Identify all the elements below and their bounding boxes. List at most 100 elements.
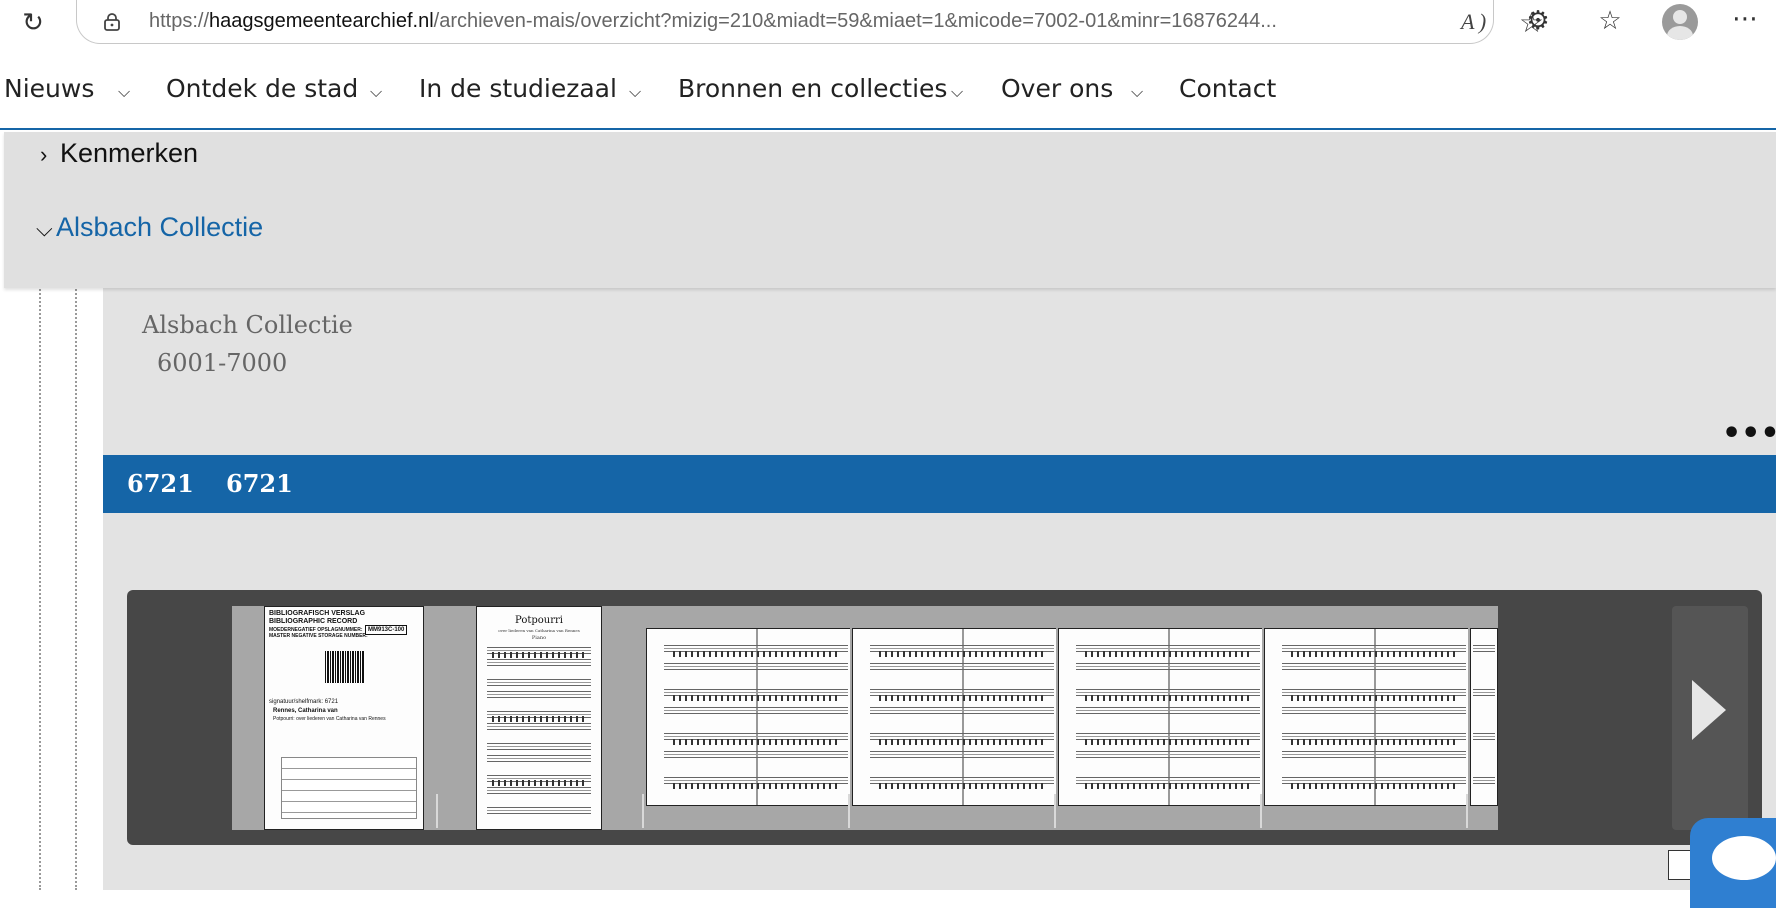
music-notes bbox=[491, 716, 587, 722]
puzzle-icon[interactable]: ⚙ bbox=[1520, 6, 1556, 36]
music-staff bbox=[1473, 777, 1495, 784]
page-text: MASTER NEGATIVE STORAGE NUMBER: bbox=[269, 633, 368, 639]
url-text[interactable]: https://haagsgemeentearchief.nl/archieve… bbox=[149, 10, 1439, 33]
collection-range: 6001-7000 bbox=[157, 349, 288, 377]
address-bar[interactable]: https://haagsgemeentearchief.nl/archieve… bbox=[76, 0, 1544, 44]
nav-item-ontdek-de-stad[interactable]: Ontdek de stad bbox=[166, 74, 358, 103]
music-notes bbox=[1291, 695, 1457, 701]
record-code: 6721 bbox=[127, 469, 194, 498]
music-staff bbox=[1076, 663, 1260, 670]
next-arrow-button[interactable] bbox=[1672, 606, 1748, 830]
chevron-down-icon[interactable]: ⌵ bbox=[370, 82, 382, 102]
chevron-down-icon: ⌵ bbox=[36, 216, 53, 241]
chat-icon[interactable] bbox=[1690, 818, 1776, 908]
site-navigation: Nieuws ⌵ Ontdek de stad ⌵ In de studieza… bbox=[0, 46, 1776, 130]
dropdown-item-kenmerken[interactable]: › Kenmerken bbox=[40, 138, 198, 169]
page-image bbox=[852, 628, 1072, 806]
record-label: 6721 bbox=[226, 469, 293, 498]
barcode-image bbox=[325, 651, 365, 683]
music-notes bbox=[879, 695, 1045, 701]
music-staff bbox=[1076, 751, 1260, 758]
nav-item-over-ons[interactable]: Over ons bbox=[1001, 74, 1113, 103]
thumbnail-2[interactable]: Potpourri over liederen van Catharina va… bbox=[438, 606, 662, 830]
music-staff bbox=[1473, 645, 1495, 652]
music-staff bbox=[1076, 707, 1260, 714]
music-staff bbox=[1282, 663, 1466, 670]
thumbnail-6[interactable]: 6 bbox=[1262, 606, 1486, 830]
page-image bbox=[1264, 628, 1484, 806]
tree-guide-line bbox=[39, 286, 41, 890]
music-staff bbox=[486, 787, 592, 794]
thumbnail-3[interactable]: 3 bbox=[644, 606, 868, 830]
music-notes bbox=[491, 780, 587, 786]
nav-item-contact[interactable]: Contact bbox=[1179, 74, 1276, 103]
music-staff bbox=[1473, 689, 1495, 696]
music-notes bbox=[673, 739, 839, 745]
music-notes bbox=[879, 783, 1045, 789]
breadcrumb-dropdown: › Kenmerken ⌵ Alsbach Collectie bbox=[4, 132, 1776, 288]
page-text: Potpourri bbox=[515, 615, 563, 626]
music-staff bbox=[486, 807, 592, 814]
chevron-down-icon[interactable]: ⌵ bbox=[1131, 82, 1143, 102]
collection-title: Alsbach Collectie bbox=[142, 311, 353, 339]
tree-guide-line bbox=[75, 286, 77, 890]
page-text: BIBLIOGRAFISCH VERSLAG bbox=[269, 610, 366, 617]
url-path: /archieven-mais/overzicht?mizig=210&miad… bbox=[433, 10, 1277, 32]
chevron-down-icon[interactable]: ⌵ bbox=[118, 82, 130, 102]
music-staff bbox=[486, 743, 592, 750]
dropdown-item-label: Kenmerken bbox=[60, 138, 199, 168]
music-notes bbox=[1085, 739, 1251, 745]
music-staff bbox=[486, 691, 592, 698]
lock-icon[interactable] bbox=[104, 13, 120, 31]
music-staff bbox=[486, 659, 592, 666]
page-image bbox=[646, 628, 866, 806]
favorites-icon[interactable]: ☆ bbox=[1592, 6, 1628, 36]
nav-item-bronnen-en-collecties[interactable]: Bronnen en collecties bbox=[678, 74, 947, 103]
chevron-down-icon[interactable]: ⌵ bbox=[629, 82, 641, 102]
record-header-bar: 6721 6721 bbox=[103, 455, 1776, 513]
thumbnail-7[interactable] bbox=[1468, 606, 1498, 830]
music-notes bbox=[673, 651, 839, 657]
chevron-down-icon[interactable]: ⌵ bbox=[951, 82, 963, 102]
page-image: BIBLIOGRAFISCH VERSLAG BIBLIOGRAPHIC REC… bbox=[264, 606, 424, 830]
music-notes bbox=[1085, 783, 1251, 789]
chevron-right-icon bbox=[1692, 680, 1726, 740]
page-text: BIBLIOGRAPHIC RECORD bbox=[269, 618, 358, 625]
reload-icon[interactable]: ↻ bbox=[18, 8, 48, 38]
more-icon[interactable]: ⋯ bbox=[1732, 4, 1759, 34]
nav-item-in-de-studiezaal[interactable]: In de studiezaal bbox=[419, 74, 617, 103]
read-aloud-icon[interactable]: A ) bbox=[1461, 9, 1486, 35]
music-notes bbox=[1291, 783, 1457, 789]
more-options-icon[interactable]: ••• bbox=[1722, 416, 1776, 451]
url-host: haagsgemeentearchief.nl bbox=[209, 10, 434, 32]
thumbnail-strip: BIBLIOGRAFISCH VERSLAG BIBLIOGRAPHIC REC… bbox=[127, 590, 1762, 845]
page-text: signatuur/shelfmark: 6721 bbox=[269, 699, 339, 705]
music-staff bbox=[664, 707, 848, 714]
music-staff bbox=[1282, 751, 1466, 758]
music-staff bbox=[1473, 733, 1495, 740]
browser-toolbar: ↻ https://haagsgemeentearchief.nl/archie… bbox=[0, 0, 1776, 46]
music-notes bbox=[491, 652, 587, 658]
page-image: Potpourri over liederen van Catharina va… bbox=[476, 606, 602, 830]
music-staff bbox=[486, 679, 592, 686]
page-image bbox=[1470, 628, 1498, 806]
music-staff bbox=[486, 723, 592, 730]
music-notes bbox=[1085, 651, 1251, 657]
thumbnail-4[interactable]: 4 bbox=[850, 606, 1074, 830]
music-staff bbox=[870, 751, 1054, 758]
music-notes bbox=[1291, 739, 1457, 745]
music-staff bbox=[486, 755, 592, 762]
music-notes bbox=[1085, 695, 1251, 701]
music-notes bbox=[879, 651, 1045, 657]
music-staff bbox=[870, 707, 1054, 714]
music-notes bbox=[879, 739, 1045, 745]
nav-item-nieuws[interactable]: Nieuws bbox=[4, 74, 94, 103]
page-image bbox=[1058, 628, 1278, 806]
thumbnail-1[interactable]: BIBLIOGRAFISCH VERSLAG BIBLIOGRAPHIC REC… bbox=[232, 606, 456, 830]
music-notes bbox=[673, 783, 839, 789]
thumbnail-5[interactable]: 5 bbox=[1056, 606, 1280, 830]
avatar-icon[interactable] bbox=[1662, 4, 1698, 40]
page-text: MM913C-100 bbox=[365, 625, 408, 635]
dropdown-item-alsbach[interactable]: ⌵ Alsbach Collectie bbox=[36, 212, 263, 243]
page-text: over liederen van Catharina van Rennes bbox=[498, 628, 580, 633]
